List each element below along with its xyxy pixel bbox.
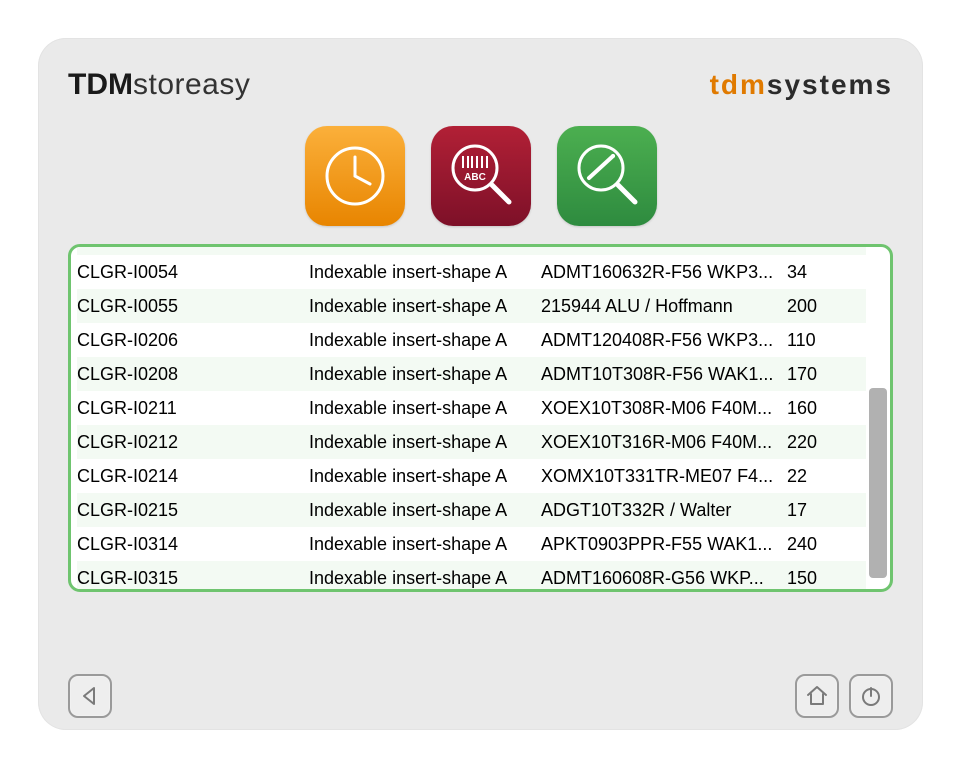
table-row[interactable]: CLGR-I0053Indexable insert RE1=4.0 ...HM… bbox=[77, 247, 866, 255]
footer-right-group bbox=[795, 674, 893, 718]
cell-desc: ADMT160632R-F56 WKP3... bbox=[541, 262, 787, 283]
cell-id: CLGR-I0215 bbox=[77, 500, 309, 521]
cell-type: Indexable insert-shape A bbox=[309, 466, 541, 487]
vendor-logo-part2: systems bbox=[767, 69, 893, 100]
svg-text:ABC: ABC bbox=[464, 172, 486, 183]
cell-qty: 170 bbox=[787, 364, 847, 385]
back-button[interactable] bbox=[68, 674, 112, 718]
cell-type: Indexable insert RE1=4.0 ... bbox=[309, 247, 541, 249]
cell-id: CLGR-I0212 bbox=[77, 432, 309, 453]
cell-id: CLGR-I0315 bbox=[77, 568, 309, 589]
cell-qty: 240 bbox=[787, 534, 847, 555]
table-row[interactable]: CLGR-I0214Indexable insert-shape AXOMX10… bbox=[77, 459, 866, 493]
scrollbar-thumb[interactable] bbox=[869, 388, 887, 578]
cell-qty: 17 bbox=[787, 500, 847, 521]
barcode-search-button[interactable]: ABC bbox=[431, 126, 531, 226]
cell-desc: APKT0903PPR-F55 WAK1... bbox=[541, 534, 787, 555]
cell-type: Indexable insert-shape A bbox=[309, 398, 541, 419]
cell-id: CLGR-I0206 bbox=[77, 330, 309, 351]
cell-qty: 220 bbox=[787, 432, 847, 453]
table-row[interactable]: CLGR-I0208Indexable insert-shape AADMT10… bbox=[77, 357, 866, 391]
cell-type: Indexable insert-shape A bbox=[309, 432, 541, 453]
table-row[interactable]: CLGR-I0315Indexable insert-shape AADMT16… bbox=[77, 561, 866, 589]
table-row[interactable]: CLGR-I0215Indexable insert-shape AADGT10… bbox=[77, 493, 866, 527]
tool-search-button[interactable] bbox=[557, 126, 657, 226]
scrollbar-track[interactable] bbox=[869, 250, 887, 586]
table-row[interactable]: CLGR-I0314Indexable insert-shape AAPKT09… bbox=[77, 527, 866, 561]
table-row[interactable]: CLGR-I0054Indexable insert-shape AADMT16… bbox=[77, 255, 866, 289]
cell-type: Indexable insert-shape A bbox=[309, 330, 541, 351]
cell-desc: ADMT160608R-G56 WKP... bbox=[541, 568, 787, 589]
cell-desc: ADMT120408R-F56 WKP3... bbox=[541, 330, 787, 351]
vendor-logo: tdmsystems bbox=[710, 69, 893, 101]
history-button[interactable] bbox=[305, 126, 405, 226]
footer-bar bbox=[68, 674, 893, 718]
cell-id: CLGR-I0053 bbox=[77, 247, 309, 249]
cell-qty: 22 bbox=[787, 466, 847, 487]
cell-type: Indexable insert-shape A bbox=[309, 364, 541, 385]
cell-desc: XOEX10T308R-M06 F40M... bbox=[541, 398, 787, 419]
table-row[interactable]: CLGR-I0206Indexable insert-shape AADMT12… bbox=[77, 323, 866, 357]
clock-icon bbox=[320, 141, 390, 211]
app-window: TDMstoreasy tdmsystems bbox=[0, 0, 961, 768]
cell-id: CLGR-I0211 bbox=[77, 398, 309, 419]
cell-type: Indexable insert-shape A bbox=[309, 534, 541, 555]
cell-desc: HM90 ADKT 190340-PDR 1... bbox=[541, 247, 787, 249]
cell-type: Indexable insert-shape A bbox=[309, 500, 541, 521]
table-row[interactable]: CLGR-I0211Indexable insert-shape AXOEX10… bbox=[77, 391, 866, 425]
cell-type: Indexable insert-shape A bbox=[309, 568, 541, 589]
main-panel: TDMstoreasy tdmsystems bbox=[38, 38, 923, 730]
cell-type: Indexable insert-shape A bbox=[309, 262, 541, 283]
cell-desc: XOEX10T316R-M06 F40M... bbox=[541, 432, 787, 453]
tool-magnifier-icon bbox=[569, 138, 645, 214]
table-row[interactable]: CLGR-I0212Indexable insert-shape AXOEX10… bbox=[77, 425, 866, 459]
action-toolbar: ABC bbox=[68, 126, 893, 226]
cell-id: CLGR-I0054 bbox=[77, 262, 309, 283]
home-button[interactable] bbox=[795, 674, 839, 718]
results-table: CLGR-I0053Indexable insert RE1=4.0 ...HM… bbox=[68, 244, 893, 592]
cell-id: CLGR-I0208 bbox=[77, 364, 309, 385]
power-button[interactable] bbox=[849, 674, 893, 718]
cell-desc: ADMT10T308R-F56 WAK1... bbox=[541, 364, 787, 385]
table-row[interactable]: CLGR-I0055Indexable insert-shape A215944… bbox=[77, 289, 866, 323]
app-title-bold: TDM bbox=[68, 68, 133, 101]
app-title-light: storeasy bbox=[133, 68, 250, 101]
power-icon bbox=[859, 684, 883, 708]
cell-id: CLGR-I0214 bbox=[77, 466, 309, 487]
cell-qty: 160 bbox=[787, 398, 847, 419]
table-viewport[interactable]: CLGR-I0053Indexable insert RE1=4.0 ...HM… bbox=[71, 247, 890, 589]
barcode-magnifier-icon: ABC bbox=[443, 138, 519, 214]
cell-desc: ADGT10T332R / Walter bbox=[541, 500, 787, 521]
cell-qty: 150 bbox=[787, 568, 847, 589]
cell-desc: XOMX10T331TR-ME07 F4... bbox=[541, 466, 787, 487]
header: TDMstoreasy tdmsystems bbox=[68, 68, 893, 102]
home-icon bbox=[805, 684, 829, 708]
cell-qty: 110 bbox=[787, 330, 847, 351]
cell-qty: 34 bbox=[787, 262, 847, 283]
cell-desc: 215944 ALU / Hoffmann bbox=[541, 296, 787, 317]
vendor-logo-part1: tdm bbox=[710, 69, 767, 100]
app-title: TDMstoreasy bbox=[68, 68, 250, 102]
cell-id: CLGR-I0055 bbox=[77, 296, 309, 317]
cell-id: CLGR-I0314 bbox=[77, 534, 309, 555]
back-icon bbox=[79, 685, 101, 707]
cell-qty: 190 bbox=[787, 247, 847, 249]
cell-type: Indexable insert-shape A bbox=[309, 296, 541, 317]
cell-qty: 200 bbox=[787, 296, 847, 317]
